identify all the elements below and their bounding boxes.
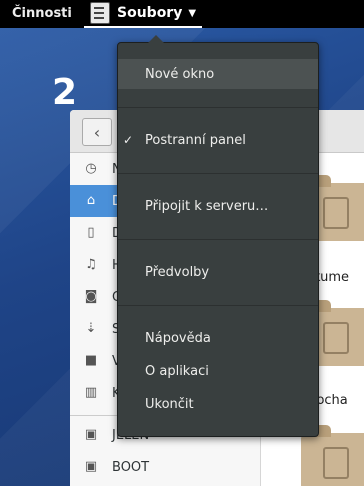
activities-button[interactable]: Činnosti <box>12 6 72 21</box>
sidebar-item-boot[interactable]: ▣ BOOT <box>70 451 260 483</box>
menu-item-connect-server[interactable]: Připojit k serveru… <box>118 191 318 221</box>
app-menu-button[interactable]: Soubory ▼ <box>84 0 203 28</box>
menu-item-label: O aplikaci <box>145 363 209 379</box>
home-icon: ⌂ <box>86 193 96 208</box>
files-app-icon <box>90 2 110 24</box>
chevron-down-icon: ▼ <box>188 7 197 19</box>
workspace-number: 2 <box>52 72 78 113</box>
menu-item-sidebar[interactable]: ✓ Postranní panel <box>118 125 318 155</box>
app-menu-popover: Nové okno ✓ Postranní panel Připojit k s… <box>117 35 319 437</box>
share-emblem-icon <box>323 447 349 479</box>
document-icon: ▯ <box>87 225 95 240</box>
menu-separator <box>118 107 318 108</box>
drive-icon: ▣ <box>84 459 98 474</box>
menu-item-quit[interactable]: Ukončit <box>118 389 318 419</box>
menu-separator <box>118 305 318 306</box>
checkmark-icon: ✓ <box>123 133 134 147</box>
menu-item-help[interactable]: Nápověda <box>118 323 318 353</box>
video-icon: ■ <box>84 353 98 368</box>
menu-item-label: Nové okno <box>145 66 215 82</box>
desktop-emblem-icon <box>323 322 349 354</box>
camera-icon: ◙ <box>84 289 98 304</box>
top-bar: Činnosti Soubory ▼ <box>0 0 364 28</box>
menu-item-about[interactable]: O aplikaci <box>118 356 318 386</box>
menu-item-label: Připojit k serveru… <box>145 198 269 214</box>
app-name: Soubory <box>117 5 183 21</box>
recent-icon: ◷ <box>85 161 97 176</box>
drive-icon: ▣ <box>84 427 98 442</box>
back-button[interactable]: ‹ <box>82 118 112 146</box>
trash-icon: ▥ <box>84 385 98 400</box>
sidebar-item-label: BOOT <box>112 459 150 475</box>
menu-item-label: Ukončit <box>145 396 194 412</box>
menu-item-new-window[interactable]: Nové okno <box>118 59 318 89</box>
menu-separator <box>118 173 318 174</box>
menu-item-label: Postranní panel <box>145 132 246 148</box>
menu-item-label: Předvolby <box>145 264 210 280</box>
menu-separator <box>118 239 318 240</box>
document-emblem-icon <box>323 197 349 229</box>
music-icon: ♫ <box>85 257 97 272</box>
folder-icon[interactable] <box>301 425 364 486</box>
menu-item-preferences[interactable]: Předvolby <box>118 257 318 287</box>
menu-item-label: Nápověda <box>145 330 211 346</box>
download-icon: ⇣ <box>85 321 97 336</box>
chevron-left-icon: ‹ <box>93 122 101 142</box>
